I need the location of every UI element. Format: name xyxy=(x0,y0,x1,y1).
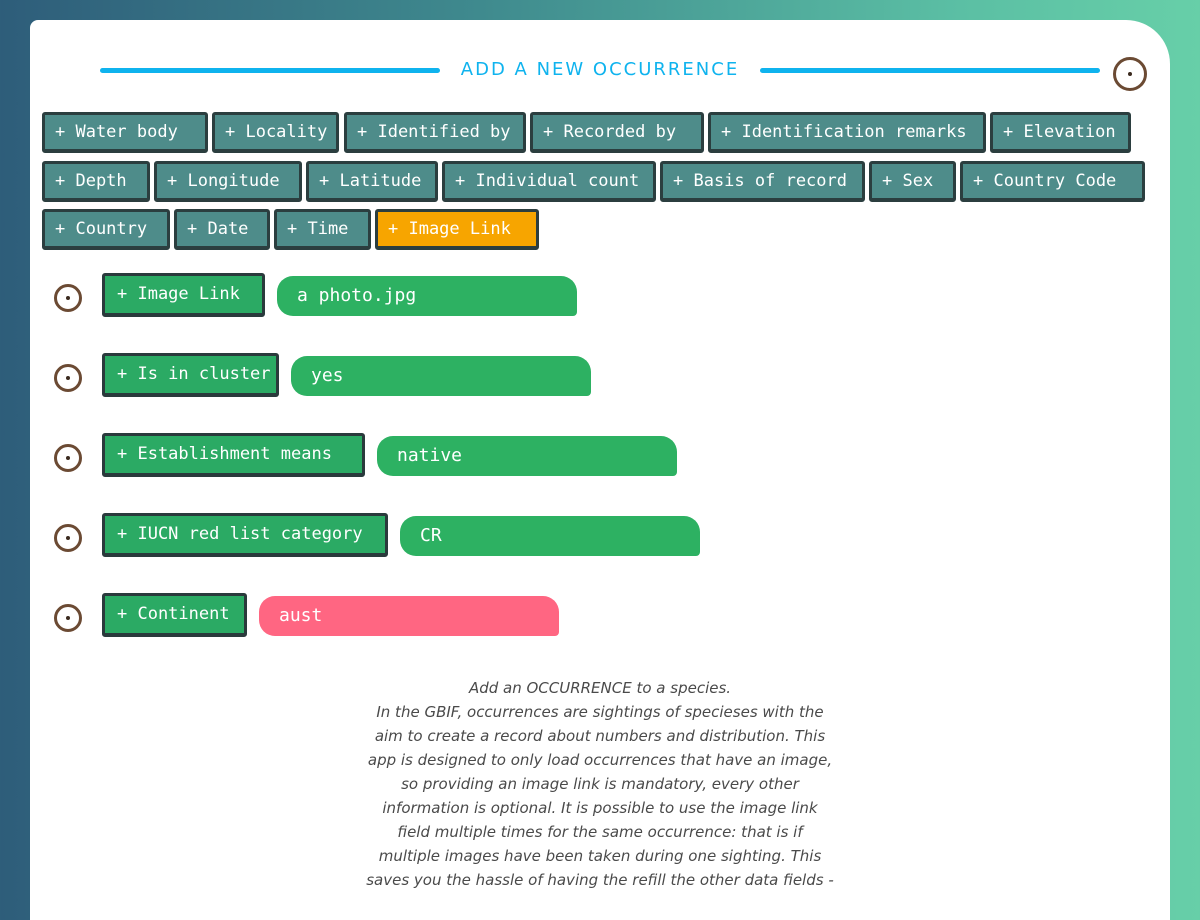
description-line: information is optional. It is possible … xyxy=(382,799,818,817)
circle-dot xyxy=(66,296,70,300)
description-line: In the GBIF, occurrences are sightings o… xyxy=(376,703,824,721)
circle-dot xyxy=(1128,72,1132,76)
description-line: aim to create a record about numbers and… xyxy=(374,727,826,745)
chip-date[interactable]: + Date xyxy=(174,209,270,250)
description-line: app is designed to only load occurrences… xyxy=(367,751,833,769)
field-label-iucn-red-list-category[interactable]: + IUCN red list category xyxy=(102,513,388,557)
circle-dot xyxy=(66,456,70,460)
chip-water-body[interactable]: + Water body xyxy=(42,112,208,153)
chip-country[interactable]: + Country xyxy=(42,209,170,250)
remove-field-icon[interactable] xyxy=(54,444,82,472)
circle-dot xyxy=(66,616,70,620)
field-value-is-in-cluster[interactable]: yes xyxy=(291,356,591,396)
description-line: multiple images have been taken during o… xyxy=(378,847,822,865)
description-text: Add an OCCURRENCE to a species. In the G… xyxy=(330,676,870,892)
remove-field-icon[interactable] xyxy=(54,364,82,392)
chip-sex[interactable]: + Sex xyxy=(869,161,956,202)
chip-identified-by[interactable]: + Identified by xyxy=(344,112,526,153)
page-title: ADD A NEW OCCURRENCE xyxy=(460,59,740,80)
description-line: field multiple times for the same occurr… xyxy=(397,823,803,841)
chip-depth[interactable]: + Depth xyxy=(42,161,150,202)
remove-field-icon[interactable] xyxy=(54,604,82,632)
field-label-is-in-cluster[interactable]: + Is in cluster xyxy=(102,353,279,397)
description-line: Add an OCCURRENCE to a species. xyxy=(468,679,732,697)
circle-dot xyxy=(66,376,70,380)
field-value-continent[interactable]: aust xyxy=(259,596,559,636)
chip-recorded-by[interactable]: + Recorded by xyxy=(530,112,704,153)
form-header: ADD A NEW OCCURRENCE xyxy=(100,56,1100,84)
circle-dot xyxy=(66,536,70,540)
chip-country-code[interactable]: + Country Code xyxy=(960,161,1145,202)
chip-latitude[interactable]: + Latitude xyxy=(306,161,438,202)
chip-individual-count[interactable]: + Individual count xyxy=(442,161,656,202)
occurrence-form-card: ADD A NEW OCCURRENCE + Water body + Loca… xyxy=(30,20,1170,920)
field-label-establishment-means[interactable]: + Establishment means xyxy=(102,433,365,477)
chip-elevation[interactable]: + Elevation xyxy=(990,112,1131,153)
remove-field-icon[interactable] xyxy=(54,284,82,312)
field-label-image-link[interactable]: + Image Link xyxy=(102,273,265,317)
close-circle-icon[interactable] xyxy=(1113,57,1147,91)
field-value-image-link[interactable]: a photo.jpg xyxy=(277,276,577,316)
remove-field-icon[interactable] xyxy=(54,524,82,552)
description-line: saves you the hassle of having the refil… xyxy=(366,871,834,889)
field-value-establishment-means[interactable]: native xyxy=(377,436,677,476)
chip-basis-of-record[interactable]: + Basis of record xyxy=(660,161,865,202)
chip-locality[interactable]: + Locality xyxy=(212,112,339,153)
chip-longitude[interactable]: + Longitude xyxy=(154,161,302,202)
header-divider-right xyxy=(760,68,1100,73)
chip-time[interactable]: + Time xyxy=(274,209,371,250)
chip-image-link[interactable]: + Image Link xyxy=(375,209,539,250)
header-divider-left xyxy=(100,68,440,73)
chip-identification-remarks[interactable]: + Identification remarks xyxy=(708,112,986,153)
description-line: so providing an image link is mandatory,… xyxy=(401,775,799,793)
field-label-continent[interactable]: + Continent xyxy=(102,593,247,637)
field-value-iucn-red-list-category[interactable]: CR xyxy=(400,516,700,556)
